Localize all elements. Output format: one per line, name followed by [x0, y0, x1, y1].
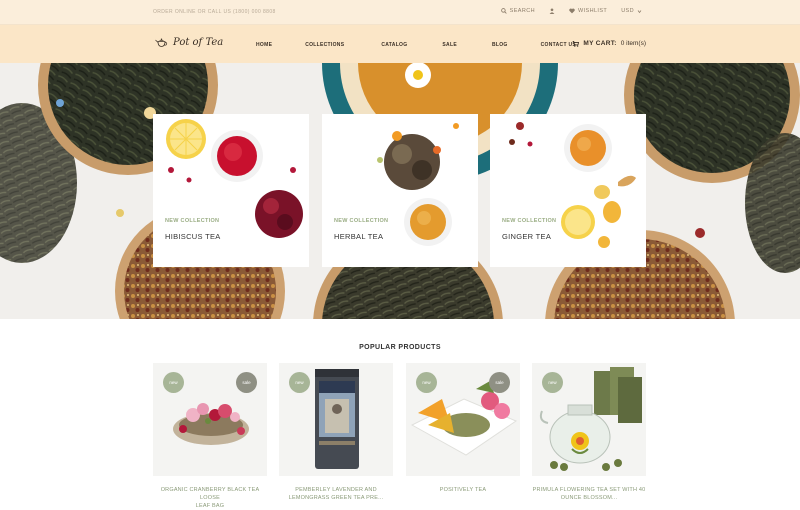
cart-label: MY CART: [583, 40, 617, 47]
cart-count: 0 item(s) [620, 40, 646, 47]
collection-card-hibiscus[interactable]: NEW COLLECTION HIBISCUS TEA [153, 114, 309, 267]
product-card[interactable]: new PEMBERLEY LAVENDER AND LEMONGRASS GR… [279, 363, 393, 502]
heart-icon [569, 8, 575, 14]
nav-sale[interactable]: SALE [442, 42, 457, 48]
product-name[interactable]: POSITIVELY TEA [406, 486, 520, 494]
product-image[interactable]: new sale [406, 363, 520, 476]
product-name-line: POSITIVELY TEA [439, 487, 487, 493]
nav-blog[interactable]: BLOG [492, 42, 508, 48]
product-image[interactable]: new sale [153, 363, 267, 476]
card-title: GINGER TEA [502, 232, 552, 241]
card-title: HERBAL TEA [334, 232, 384, 241]
sale-badge: sale [489, 372, 510, 393]
site-logo[interactable]: Pot of Tea [155, 37, 223, 48]
collection-card-herbal[interactable]: NEW COLLECTION HERBAL TEA [322, 114, 478, 267]
nav-home[interactable]: HOME [256, 42, 272, 48]
account-link[interactable] [549, 8, 555, 14]
card-kicker: NEW COLLECTION [502, 218, 557, 224]
chevron-down-icon [637, 9, 642, 13]
cart-link[interactable]: MY CART: 0 item(s) [572, 40, 646, 47]
collection-card-ginger[interactable]: NEW COLLECTION GINGER TEA [490, 114, 646, 267]
product-name-line: OUNCE BLOSSOM... [560, 495, 618, 501]
nav-catalog[interactable]: CATALOG [381, 42, 407, 48]
search-link[interactable]: SEARCH [500, 8, 535, 14]
nav-collections[interactable]: COLLECTIONS [305, 42, 344, 48]
product-name[interactable]: ORGANIC CRANBERRY BLACK TEA LOOSE LEAF B… [153, 486, 267, 510]
product-card[interactable]: new sale POSITIVELY TEA [406, 363, 520, 494]
user-icon [549, 8, 555, 14]
ginger-tea-image [509, 122, 636, 248]
new-badge: new [542, 372, 563, 393]
logo-text: Pot of Tea [173, 37, 224, 48]
search-icon [500, 8, 507, 14]
product-image[interactable]: new [279, 363, 393, 476]
search-label: SEARCH [509, 8, 535, 14]
currency-label: USD [621, 8, 634, 14]
herbal-tea-image [377, 123, 459, 246]
card-kicker: NEW COLLECTION [165, 218, 220, 224]
new-badge: new [416, 372, 437, 393]
wishlist-link[interactable]: WISHLIST [569, 8, 607, 14]
teapot-icon [155, 38, 168, 47]
product-card[interactable]: new PRIMULA FLOWERING TEA SET WITH 40 OU… [532, 363, 646, 502]
top-bar: ORDER ONLINE OR CALL US (1800) 000 8808 … [0, 0, 800, 25]
sale-badge: sale [236, 372, 257, 393]
product-image[interactable]: new [532, 363, 646, 476]
nav-contact-us[interactable]: CONTACT US [541, 42, 576, 48]
popular-products-title: POPULAR PRODUCTS [359, 344, 441, 351]
hibiscus-tea-image [166, 119, 303, 238]
card-kicker: NEW COLLECTION [334, 218, 389, 224]
product-name-line: PEMBERLEY LAVENDER AND [295, 487, 377, 493]
card-title: HIBISCUS TEA [165, 232, 221, 241]
product-name-line: LEMONGRASS GREEN TEA PRE... [288, 495, 384, 501]
product-name-line: PRIMULA FLOWERING TEA SET WITH 40 [532, 487, 646, 493]
main-nav: HOME COLLECTIONS CATALOG SALE BLOG CONTA… [256, 42, 576, 48]
currency-select[interactable]: USD [621, 8, 642, 14]
cart-icon [573, 40, 580, 47]
product-name-line: LEAF BAG [195, 503, 225, 509]
top-bar-links: SEARCH WISHLIST USD [500, 8, 642, 14]
main-header: Pot of Tea HOME COLLECTIONS CATALOG SALE… [0, 25, 800, 63]
new-badge: new [163, 372, 184, 393]
contact-text: ORDER ONLINE OR CALL US (1800) 000 8808 [153, 9, 276, 15]
wishlist-label: WISHLIST [578, 8, 608, 14]
hero-banner: NEW COLLECTION HIBISCUS TEA NEW COLLECTI… [0, 63, 800, 319]
product-card[interactable]: new sale ORGANIC CRANBERRY BLACK TEA LOO… [153, 363, 267, 510]
new-badge: new [289, 372, 310, 393]
